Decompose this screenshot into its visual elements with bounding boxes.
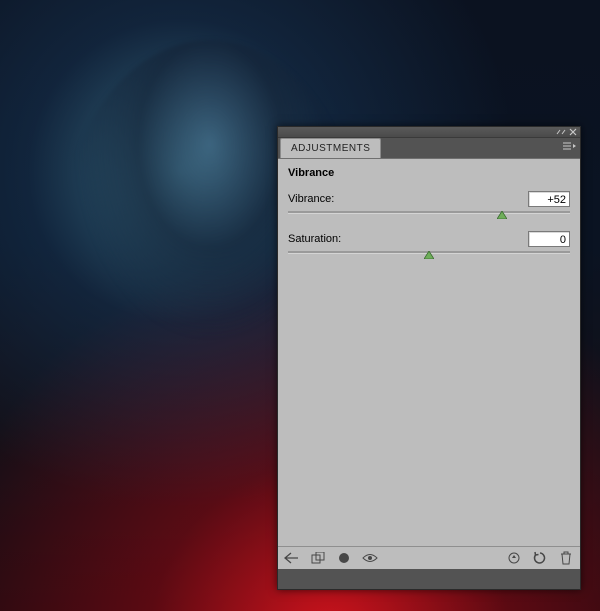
vibrance-slider-thumb[interactable] [497, 211, 507, 219]
panel-body: Vibrance Vibrance: +52 Saturation: 0 [278, 159, 580, 569]
vibrance-row: Vibrance: +52 [288, 193, 570, 233]
expand-view-icon[interactable] [310, 550, 326, 566]
adjustments-panel: ADJUSTMENTS Vibrance Vibrance: +52 Sa [277, 126, 581, 590]
stage: ADJUSTMENTS Vibrance Vibrance: +52 Sa [0, 0, 600, 611]
footer-right [506, 550, 574, 566]
tab-bar: ADJUSTMENTS [278, 138, 580, 159]
trash-icon[interactable] [558, 550, 574, 566]
vibrance-input[interactable]: +52 [528, 191, 570, 207]
adjustment-title: Vibrance [288, 167, 570, 179]
collapse-icon[interactable] [556, 128, 566, 136]
previous-state-icon[interactable] [506, 550, 522, 566]
back-arrow-icon[interactable] [284, 550, 300, 566]
panel-topbar [278, 127, 580, 138]
saturation-row: Saturation: 0 [288, 233, 570, 273]
saturation-input[interactable]: 0 [528, 231, 570, 247]
panel-menu-icon[interactable] [562, 141, 576, 153]
visibility-icon[interactable] [362, 550, 378, 566]
footer-left [284, 550, 378, 566]
saturation-slider-thumb[interactable] [424, 251, 434, 259]
vibrance-label: Vibrance: [288, 193, 334, 205]
reset-icon[interactable] [532, 550, 548, 566]
tab-adjustments[interactable]: ADJUSTMENTS [280, 138, 381, 158]
clip-to-layer-icon[interactable] [336, 550, 352, 566]
saturation-label: Saturation: [288, 233, 341, 245]
tab-label: ADJUSTMENTS [291, 143, 370, 154]
close-icon[interactable] [568, 128, 578, 136]
vibrance-slider[interactable] [288, 211, 570, 214]
panel-footer [278, 546, 580, 569]
